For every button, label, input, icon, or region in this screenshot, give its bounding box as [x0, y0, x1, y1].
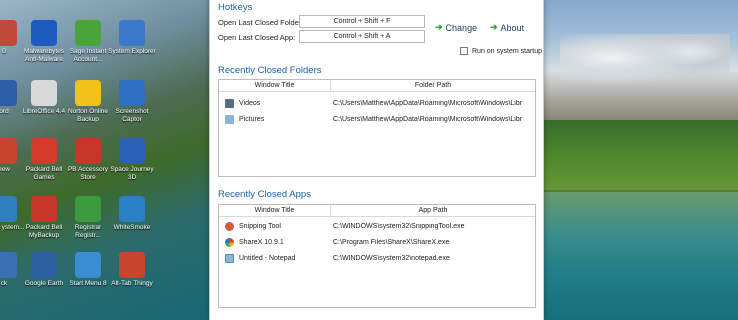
- app-icon: [0, 20, 17, 46]
- table-row[interactable]: Videos C:\Users\Matthew\AppData\Roaming\…: [219, 95, 535, 111]
- alt-tab-thingy-icon: [119, 252, 145, 278]
- desktop-icon-label: Space Journey 3D: [110, 166, 154, 181]
- column-header-app-path[interactable]: App Path: [331, 205, 535, 216]
- malwarebytes-icon: [31, 20, 57, 46]
- folders-table-header: Window Title Folder Path: [219, 80, 535, 92]
- arrow-right-icon: ➔: [490, 22, 498, 32]
- row-path: C:\WINDOWS\system32\SnippingTool.exe: [333, 222, 465, 230]
- control-panel-icon: [0, 196, 17, 222]
- column-header-window-title[interactable]: Window Title: [219, 80, 331, 91]
- desktop-icon[interactable]: WhiteSmoke: [106, 196, 158, 232]
- app-icon: [0, 80, 17, 106]
- about-button[interactable]: ➔ About: [490, 22, 524, 33]
- row-path: C:\Program Files\ShareX\ShareX.exe: [333, 238, 450, 246]
- desktop-icon[interactable]: Space Journey 3D: [106, 138, 158, 182]
- wallpaper-mountain-snow: [560, 34, 730, 94]
- desktop-icon-label: Screenshot Captor: [115, 108, 149, 123]
- row-path: C:\WINDOWS\system32\notepad.exe: [333, 254, 450, 262]
- app-icon: [0, 252, 17, 278]
- app-window: Hotkeys Open Last Closed Folder: Control…: [209, 0, 544, 320]
- table-row[interactable]: Untitled - Notepad C:\WINDOWS\system32\n…: [219, 250, 535, 266]
- libreoffice-icon: [31, 80, 57, 106]
- apps-title: Recently Closed Apps: [218, 189, 311, 200]
- row-title: Videos: [239, 99, 261, 107]
- row-title: Snipping Tool: [239, 222, 281, 230]
- google-earth-icon: [31, 252, 57, 278]
- desktop-icon-label: WhiteSmoke: [113, 224, 151, 231]
- row-title: Untitled - Notepad: [239, 254, 296, 262]
- desktop-icon[interactable]: Alt-Tab Thingy: [106, 252, 158, 288]
- apps-table-header: Window Title App Path: [219, 205, 535, 217]
- app-hotkey-field[interactable]: Control + Shift + A: [299, 30, 425, 43]
- desktop-icon[interactable]: Screenshot Captor: [106, 80, 158, 124]
- checkbox-box[interactable]: [460, 47, 468, 55]
- pictures-folder-icon: [225, 114, 234, 124]
- row-path: C:\Users\Matthew\AppData\Roaming\Microso…: [333, 115, 523, 123]
- folders-table: Window Title Folder Path Videos C:\Users…: [218, 79, 536, 177]
- column-header-folder-path[interactable]: Folder Path: [331, 80, 535, 91]
- packard-bell-games-icon: [31, 138, 57, 164]
- norton-backup-icon: [75, 80, 101, 106]
- table-row[interactable]: ShareX 10.9.1 C:\Program Files\ShareX\Sh…: [219, 234, 535, 250]
- folder-hotkey-field[interactable]: Control + Shift + F: [299, 15, 425, 28]
- app-icon: [0, 138, 17, 164]
- notepad-icon: [225, 253, 234, 263]
- app-hotkey-label: Open Last Closed App:: [218, 33, 296, 42]
- space-journey-icon: [119, 138, 145, 164]
- snipping-tool-icon: [225, 221, 234, 231]
- row-title-cell: Pictures: [219, 114, 331, 124]
- wallpaper-lake: [540, 192, 738, 320]
- system-explorer-icon: [119, 20, 145, 46]
- wallpaper-forest: [540, 120, 738, 190]
- column-header-window-title[interactable]: Window Title: [219, 205, 331, 216]
- screenshot-captor-icon: [119, 80, 145, 106]
- hotkeys-title: Hotkeys: [218, 2, 253, 13]
- registrar-icon: [75, 196, 101, 222]
- change-label: Change: [445, 22, 478, 33]
- whitesmoke-icon: [119, 196, 145, 222]
- row-title-cell: Snipping Tool: [219, 221, 331, 231]
- desktop-icon-label: System Explorer: [108, 48, 156, 55]
- row-title-cell: Untitled - Notepad: [219, 253, 331, 263]
- start-menu-8-icon: [75, 252, 101, 278]
- sage-icon: [75, 20, 101, 46]
- desktop-icon[interactable]: System Explorer: [106, 20, 158, 56]
- about-label: About: [500, 22, 525, 33]
- arrow-right-icon: ➔: [435, 22, 443, 32]
- sharex-icon: [225, 237, 234, 247]
- desktop-icon-grid: G Malwarebytes Anti-Malware Sage Instant…: [0, 0, 160, 320]
- packard-bell-backup-icon: [31, 196, 57, 222]
- row-title-cell: Videos: [219, 98, 331, 108]
- change-button[interactable]: ➔ Change: [435, 22, 477, 33]
- videos-folder-icon: [225, 98, 234, 108]
- startup-label: Run on system startup: [472, 47, 543, 55]
- desktop-icon-label: Alt-Tab Thingy: [111, 280, 153, 287]
- row-title-cell: ShareX 10.9.1: [219, 237, 331, 247]
- pb-accessory-store-icon: [75, 138, 101, 164]
- startup-checkbox[interactable]: Run on system startup: [460, 47, 542, 55]
- row-title: ShareX 10.9.1: [239, 238, 284, 246]
- row-title: Pictures: [239, 115, 265, 123]
- row-path: C:\Users\Matthew\AppData\Roaming\Microso…: [333, 99, 523, 107]
- table-row[interactable]: Snipping Tool C:\WINDOWS\system32\Snippi…: [219, 218, 535, 234]
- apps-table: Window Title App Path Snipping Tool C:\W…: [218, 204, 536, 308]
- folder-hotkey-label: Open Last Closed Folder:: [218, 18, 304, 27]
- table-row[interactable]: Pictures C:\Users\Matthew\AppData\Roamin…: [219, 111, 535, 127]
- folders-title: Recently Closed Folders: [218, 65, 322, 76]
